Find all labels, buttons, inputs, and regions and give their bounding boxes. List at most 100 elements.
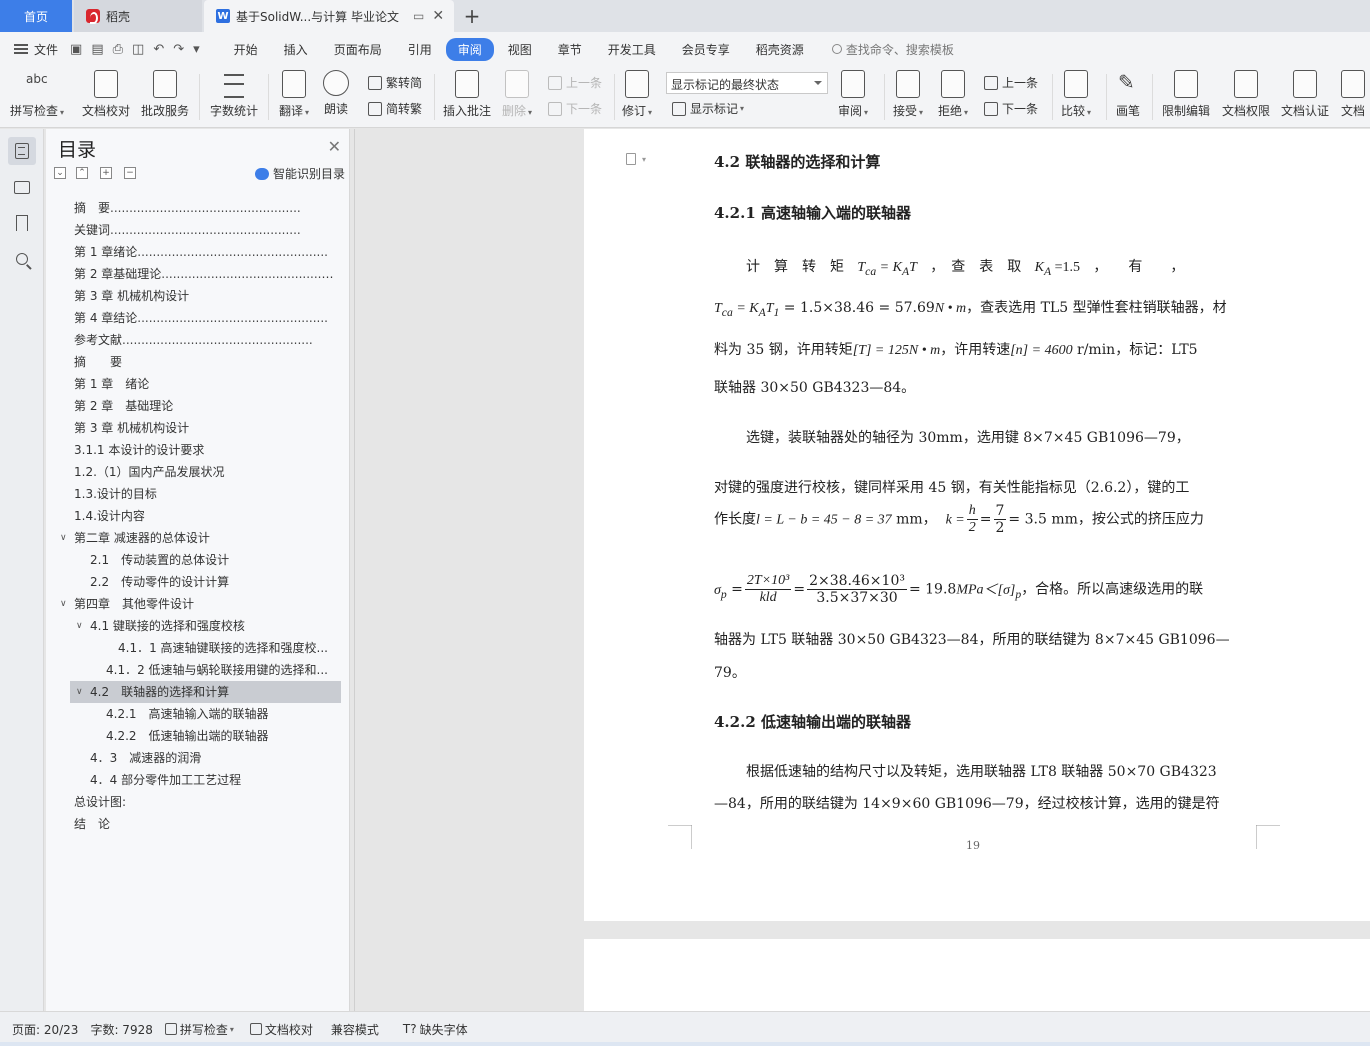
doc-more-button[interactable]: 文档 [1341, 70, 1365, 119]
doc-certify-button[interactable]: 文档认证 [1281, 70, 1329, 119]
tab-close-icon[interactable]: ✕ [432, 8, 444, 24]
tab-home[interactable]: 首页 [0, 0, 72, 32]
toc-item[interactable]: 4.2.1 高速轴输入端的联轴器 [46, 703, 349, 725]
chevron-down-icon[interactable]: ∨ [76, 681, 83, 703]
doc-proofread-button[interactable]: 文档校对 [82, 70, 130, 119]
toc-item[interactable]: ∨ 4.1 键联接的选择和强度校核 [46, 615, 349, 637]
menu-tab[interactable]: 开发工具 [596, 38, 668, 61]
toc-item[interactable]: 摘 要 [46, 351, 349, 373]
smart-toc-button[interactable]: 智能识别目录 [254, 165, 345, 182]
word-count-indicator[interactable]: 字数: 7928 [90, 1021, 152, 1038]
word-count-button[interactable]: 字数统计 [210, 70, 258, 119]
print-icon[interactable]: ⎙ [113, 42, 123, 57]
file-menu[interactable]: 文件 [0, 41, 58, 58]
toc-item[interactable]: ∨ 第二章 减速器的总体设计 [46, 527, 349, 549]
bookmark-button[interactable] [8, 209, 36, 237]
accept-button[interactable]: 接受 ▾ [893, 70, 923, 119]
toc-item[interactable]: 1.4.设计内容 [46, 505, 349, 527]
toc-item[interactable]: 第 3 章 机械机构设计 [46, 285, 349, 307]
menu-tab[interactable]: 章节 [546, 38, 594, 61]
expand-up-icon[interactable]: ⌃ [76, 167, 88, 179]
menu-tab[interactable]: 审阅 [445, 37, 494, 61]
restrict-edit-button[interactable]: 限制编辑 [1162, 70, 1210, 119]
menu-tab[interactable]: 引用 [396, 38, 444, 61]
markup-mode-select[interactable]: 显示标记的最终状态 [666, 72, 828, 94]
tab-document[interactable]: W 基于SolidW...与计算 毕业论文 ▭ ✕ [204, 0, 454, 32]
outline-view-button[interactable] [8, 137, 36, 165]
compat-mode[interactable]: 兼容模式 [331, 1021, 379, 1038]
toc-item[interactable]: 第 1 章 绪论 [46, 373, 349, 395]
prev-change-button[interactable]: 上一条 [984, 74, 1038, 91]
toc-item[interactable]: 3.1.1 本设计的设计要求 [46, 439, 349, 461]
toc-item[interactable]: 4．3 减速器的润滑 [46, 747, 349, 769]
new-tab-button[interactable]: + [460, 0, 484, 32]
toc-item[interactable]: 参考文献....................................… [46, 329, 349, 351]
insert-comment-button[interactable]: 插入批注 [443, 70, 491, 119]
translate-button[interactable]: 翻译 ▾ [279, 70, 309, 119]
toc-item[interactable]: 1.3.设计的目标 [46, 483, 349, 505]
page-indicator[interactable]: 页面: 20/23 [12, 1021, 78, 1038]
chevron-down-icon[interactable]: ∨ [76, 615, 83, 637]
toc-item[interactable]: 4.1．2 低速轴与蜗轮联接用键的选择和... [46, 659, 349, 681]
toc-close-icon[interactable]: ✕ [328, 137, 341, 156]
menu-tab[interactable]: 插入 [272, 38, 320, 61]
panel-divider[interactable] [354, 129, 355, 1011]
toc-item[interactable]: 摘 要.....................................… [46, 197, 349, 219]
chevron-down-icon[interactable]: ▾ [642, 155, 646, 164]
toc-item[interactable]: 4.2.2 低速轴输出端的联轴器 [46, 725, 349, 747]
add-entry-icon[interactable]: + [100, 167, 112, 179]
save-icon[interactable]: ▣ [70, 42, 82, 57]
toc-item[interactable]: 4.1．1 高速轴键联接的选择和强度校... [46, 637, 349, 659]
toc-item[interactable]: ∨ 第四章 其他零件设计 [46, 593, 349, 615]
menu-tab[interactable]: 会员专享 [670, 38, 742, 61]
paragraph-options-icon[interactable] [626, 153, 636, 165]
batch-revise-button[interactable]: 批改服务 [141, 70, 189, 119]
toc-item[interactable]: 2.2 传动零件的设计计算 [46, 571, 349, 593]
chevron-down-icon[interactable]: ∨ [60, 527, 67, 549]
status-spellcheck[interactable]: 拼写检查 ▾ [164, 1021, 234, 1038]
export-pdf-icon[interactable]: ▤ [91, 42, 103, 57]
doc-permission-button[interactable]: 文档权限 [1222, 70, 1270, 119]
toc-item[interactable]: ∨ 4.2 联轴器的选择和计算 [70, 681, 341, 703]
reject-button[interactable]: 拒绝 ▾ [938, 70, 968, 119]
undo-icon[interactable]: ↶ [153, 42, 164, 57]
missing-font[interactable]: T? 缺失字体 [403, 1021, 468, 1038]
collapse-all-icon[interactable]: ⌄ [54, 167, 66, 179]
delete-comment-button[interactable]: 删除 ▾ [502, 70, 532, 119]
pen-button[interactable]: ✎ 画笔 [1116, 70, 1140, 119]
menu-tab[interactable]: 开始 [222, 38, 270, 61]
simp-to-trad-button[interactable]: 简转繁 [368, 100, 422, 117]
compare-button[interactable]: 比较 ▾ [1061, 70, 1091, 119]
track-changes-button[interactable]: 修订 ▾ [622, 70, 652, 119]
status-proofread[interactable]: 文档校对 [249, 1021, 313, 1038]
read-aloud-button[interactable]: 朗读 [323, 70, 349, 117]
toc-item[interactable]: 第 2 章基础理论...............................… [46, 263, 349, 285]
find-button[interactable] [8, 245, 36, 273]
trad-to-simp-button[interactable]: 繁转简 [368, 74, 422, 91]
toc-item[interactable]: 1.2.（1）国内产品发展状况 [46, 461, 349, 483]
next-change-button[interactable]: 下一条 [984, 100, 1038, 117]
next-comment-button[interactable]: 下一条 [548, 100, 602, 117]
tab-window-icon[interactable]: ▭ [413, 9, 424, 23]
show-markup-button[interactable]: 显示标记 ▾ [672, 100, 744, 117]
menu-tab[interactable]: 稻壳资源 [744, 38, 816, 61]
spellcheck-button[interactable]: abc 拼写检查 ▾ [10, 70, 64, 119]
toc-item[interactable]: 关键词.....................................… [46, 219, 349, 241]
print-preview-icon[interactable]: ◫ [132, 42, 144, 57]
toc-item[interactable]: 2.1 传动装置的总体设计 [46, 549, 349, 571]
toc-item[interactable]: 4．4 部分零件加工工艺过程 [46, 769, 349, 791]
redo-icon[interactable]: ↷ [173, 42, 184, 57]
toc-item[interactable]: 第 3 章 机械机构设计 [46, 417, 349, 439]
chevron-down-icon[interactable]: ∨ [60, 593, 67, 615]
toc-item[interactable]: 第 2 章 基础理论 [46, 395, 349, 417]
menu-tab[interactable]: 视图 [496, 38, 544, 61]
qa-dropdown-icon[interactable]: ▾ [193, 42, 200, 57]
prev-comment-button[interactable]: 上一条 [548, 74, 602, 91]
tab-daoke[interactable]: 稻壳 [74, 0, 202, 32]
toc-item[interactable]: 第 4 章结论.................................… [46, 307, 349, 329]
command-search[interactable]: 查找命令、搜索模板 [831, 41, 954, 58]
menu-tab[interactable]: 页面布局 [322, 38, 394, 61]
chapter-nav-button[interactable] [8, 173, 36, 201]
toc-item[interactable]: 第 1 章绪论.................................… [46, 241, 349, 263]
review-pane-button[interactable]: 审阅 ▾ [838, 70, 868, 119]
